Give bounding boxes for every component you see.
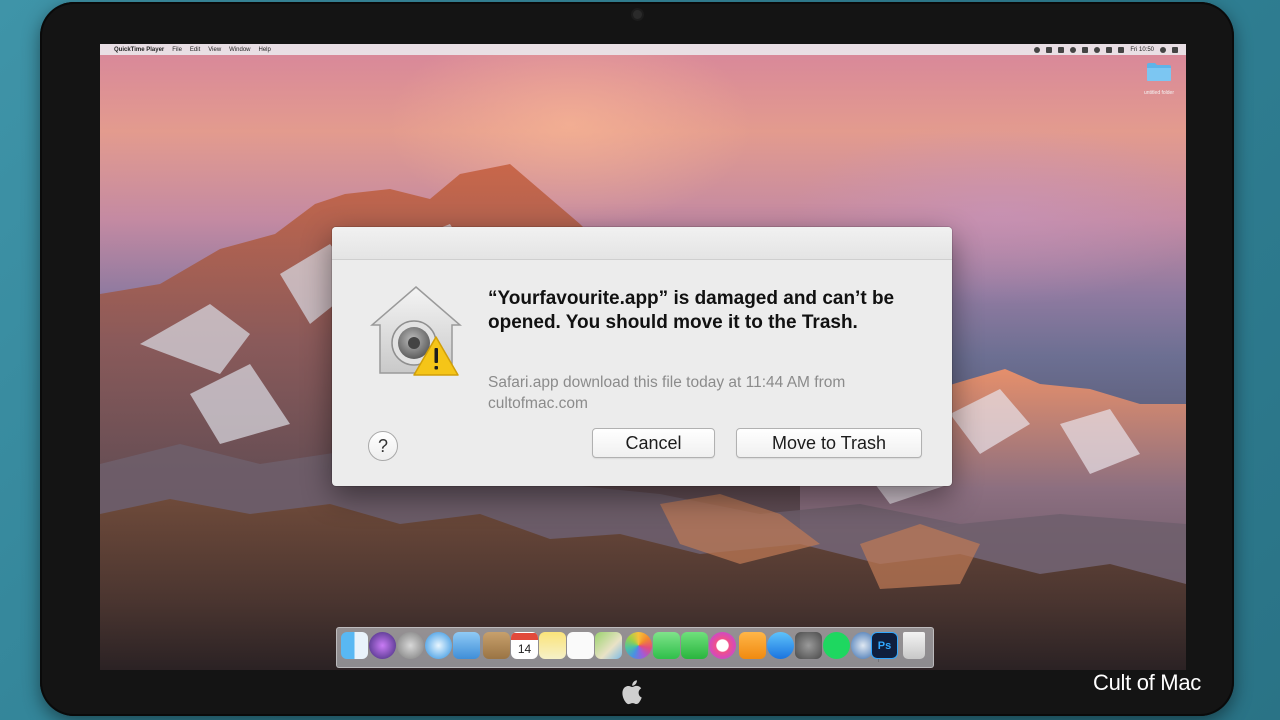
calendar-icon[interactable]: 14 <box>511 632 538 659</box>
photoshop-icon[interactable]: Ps <box>871 632 898 659</box>
safari-icon[interactable] <box>425 632 452 659</box>
maps-icon[interactable] <box>595 632 622 659</box>
trash-icon[interactable] <box>903 632 925 659</box>
desktop-folder[interactable]: untitled folder <box>1143 62 1175 96</box>
dock: 14 Ps <box>336 627 934 668</box>
reminders-icon[interactable] <box>567 632 594 659</box>
itunes-icon[interactable] <box>709 632 736 659</box>
battery-icon[interactable] <box>1118 46 1125 53</box>
spotify-icon[interactable] <box>823 632 850 659</box>
photoshop-label: Ps <box>877 639 892 652</box>
launchpad-icon[interactable] <box>397 632 424 659</box>
menu-view[interactable]: View <box>208 47 221 53</box>
move-to-trash-label: Move to Trash <box>771 432 887 453</box>
menu-clock[interactable]: Fri 10:50 <box>1130 47 1154 53</box>
move-to-trash-button[interactable]: Move to Trash <box>736 428 922 458</box>
folder-icon <box>1147 63 1171 81</box>
cancel-label: Cancel <box>625 432 682 453</box>
messages-icon[interactable] <box>653 632 680 659</box>
system-preferences-icon[interactable] <box>795 632 822 659</box>
volume-icon[interactable] <box>1106 46 1113 53</box>
ibooks-icon[interactable] <box>739 632 766 659</box>
notes-icon[interactable] <box>539 632 566 659</box>
folder-label: untitled folder <box>1143 90 1175 96</box>
spotlight-search-icon[interactable] <box>1160 46 1166 53</box>
contacts-icon[interactable] <box>483 632 510 659</box>
facetime-icon[interactable] <box>681 632 708 659</box>
sync-status-icon[interactable] <box>1046 46 1053 53</box>
alert-message: “Yourfavourite.app” is damaged and can’t… <box>488 288 895 333</box>
app-menu[interactable]: QuickTime Player <box>114 47 164 53</box>
airplay-icon[interactable] <box>1082 46 1089 53</box>
help-label: ? <box>377 435 388 456</box>
menu-edit[interactable]: Edit <box>190 47 200 53</box>
alert-informative-text: Safari.app download this file today at 1… <box>488 374 846 412</box>
desktop-screen: QuickTime Player File Edit View Window H… <box>100 44 1186 670</box>
menu-help[interactable]: Help <box>259 47 271 53</box>
time-machine-icon[interactable] <box>1070 46 1077 53</box>
cancel-button[interactable]: Cancel <box>592 428 715 458</box>
calendar-day: 14 <box>517 642 532 656</box>
menu-window[interactable]: Window <box>229 47 250 53</box>
help-button[interactable]: ? <box>368 431 398 461</box>
gatekeeper-warning-icon <box>370 286 462 376</box>
apple-logo-icon <box>622 680 642 705</box>
siri-icon[interactable] <box>369 632 396 659</box>
dropbox-status-icon[interactable] <box>1058 46 1065 53</box>
finder-icon[interactable] <box>341 632 368 659</box>
status-menus: Fri 10:50 <box>1034 46 1178 53</box>
record-status-icon[interactable] <box>1034 46 1041 53</box>
watermark: Cult of Mac <box>1093 670 1201 695</box>
notification-center-icon[interactable] <box>1172 46 1178 53</box>
wifi-icon[interactable] <box>1094 46 1101 53</box>
gatekeeper-alert-dialog: “Yourfavourite.app” is damaged and can’t… <box>332 227 952 486</box>
camera <box>633 10 642 19</box>
dialog-titlebar <box>332 227 952 260</box>
photos-icon[interactable] <box>625 632 652 659</box>
menu-file[interactable]: File <box>172 47 182 53</box>
mail-icon[interactable] <box>453 632 480 659</box>
app-store-icon[interactable] <box>767 632 794 659</box>
menu-bar: QuickTime Player File Edit View Window H… <box>100 44 1186 55</box>
